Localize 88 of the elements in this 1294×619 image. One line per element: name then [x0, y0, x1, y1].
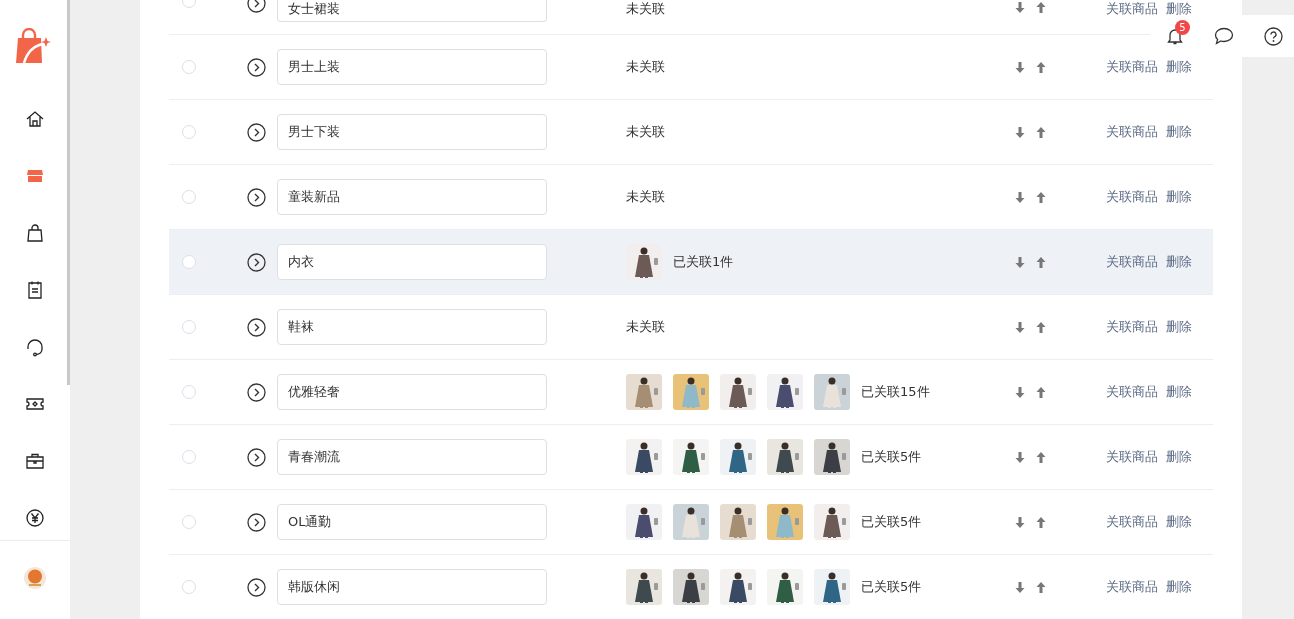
move-down-icon[interactable]: [1015, 581, 1025, 593]
radio-button[interactable]: [182, 450, 196, 464]
expand-icon[interactable]: [247, 512, 266, 532]
move-up-icon[interactable]: [1036, 126, 1046, 138]
move-down-icon[interactable]: [1015, 386, 1025, 398]
link-status: 未关联: [626, 58, 665, 76]
radio-button[interactable]: [182, 515, 196, 529]
scrollbar[interactable]: [67, 0, 70, 385]
notification-badge: 5: [1175, 20, 1190, 35]
link-status: 已关联5件: [861, 448, 922, 466]
expand-icon[interactable]: [247, 57, 266, 77]
link-products-link[interactable]: 关联商品: [1106, 253, 1158, 271]
input-field[interactable]: 韩版休闲: [277, 569, 547, 605]
input-field[interactable]: 女士裙装: [277, 0, 547, 22]
delete-link[interactable]: 删除: [1166, 123, 1192, 141]
expand-icon[interactable]: [247, 122, 266, 142]
delete-link[interactable]: 删除: [1166, 578, 1192, 596]
link-products-link[interactable]: 关联商品: [1106, 318, 1158, 336]
headset-icon[interactable]: [25, 336, 45, 357]
move-up-icon[interactable]: [1036, 321, 1046, 333]
delete-link[interactable]: 删除: [1166, 448, 1192, 466]
delete-link[interactable]: 删除: [1166, 513, 1192, 531]
link-products-link[interactable]: 关联商品: [1106, 578, 1158, 596]
move-up-icon[interactable]: [1036, 581, 1046, 593]
expand-icon[interactable]: [247, 187, 266, 207]
move-up-icon[interactable]: [1036, 61, 1046, 73]
move-down-icon[interactable]: [1015, 126, 1025, 138]
delete-link[interactable]: 删除: [1166, 383, 1192, 401]
move-down-icon[interactable]: [1015, 451, 1025, 463]
move-up-icon[interactable]: [1036, 256, 1046, 268]
chat-icon[interactable]: [1214, 27, 1234, 45]
link-status: 未关联: [626, 123, 665, 141]
radio-button[interactable]: [182, 320, 196, 334]
expand-icon[interactable]: [247, 447, 266, 467]
move-up-icon[interactable]: [1036, 386, 1046, 398]
clipboard-icon[interactable]: [25, 279, 45, 300]
link-products-link[interactable]: 关联商品: [1106, 383, 1158, 401]
delete-link[interactable]: 删除: [1166, 188, 1192, 206]
avatar[interactable]: [24, 567, 46, 589]
move-down-icon[interactable]: [1015, 321, 1025, 333]
radio-button[interactable]: [182, 60, 196, 74]
help-icon[interactable]: [1264, 26, 1283, 46]
input-field[interactable]: 鞋袜: [277, 309, 547, 345]
link-status: 未关联: [626, 318, 665, 336]
delete-link[interactable]: 删除: [1166, 58, 1192, 76]
delete-link[interactable]: 删除: [1166, 253, 1192, 271]
link-status: 已关联5件: [861, 578, 922, 596]
delete-link[interactable]: 删除: [1166, 0, 1192, 18]
delete-link[interactable]: 删除: [1166, 318, 1192, 336]
move-down-icon[interactable]: [1015, 2, 1025, 13]
link-products-link[interactable]: 关联商品: [1106, 123, 1158, 141]
input-field[interactable]: 男士下装: [277, 114, 547, 150]
link-products-link[interactable]: 关联商品: [1106, 448, 1158, 466]
input-field[interactable]: 青春潮流: [277, 439, 547, 475]
link-status: 已关联5件: [861, 513, 922, 531]
radio-button[interactable]: [182, 385, 196, 399]
move-up-icon[interactable]: [1036, 2, 1046, 13]
move-up-icon[interactable]: [1036, 516, 1046, 528]
yen-icon[interactable]: [25, 507, 45, 528]
link-products-link[interactable]: 关联商品: [1106, 188, 1158, 206]
move-down-icon[interactable]: [1015, 191, 1025, 203]
link-status: 已关联1件: [673, 253, 734, 271]
radio-button[interactable]: [182, 125, 196, 139]
input-field[interactable]: 优雅轻奢: [277, 374, 547, 410]
link-status: 未关联: [626, 188, 665, 206]
link-products-link[interactable]: 关联商品: [1106, 513, 1158, 531]
link-products-link[interactable]: 关联商品: [1106, 58, 1158, 76]
move-down-icon[interactable]: [1015, 256, 1025, 268]
radio-button[interactable]: [182, 190, 196, 204]
move-up-icon[interactable]: [1036, 191, 1046, 203]
expand-icon[interactable]: [247, 382, 266, 402]
radio-button[interactable]: [182, 580, 196, 594]
input-field[interactable]: 内衣: [277, 244, 547, 280]
input-field[interactable]: 童装新品: [277, 179, 547, 215]
link-products-link[interactable]: 关联商品: [1106, 0, 1158, 18]
link-status: 已关联15件: [861, 383, 930, 401]
expand-icon[interactable]: [247, 317, 266, 337]
shopping-bag-logo: [14, 28, 52, 64]
move-down-icon[interactable]: [1015, 516, 1025, 528]
move-up-icon[interactable]: [1036, 451, 1046, 463]
expand-icon[interactable]: [247, 252, 266, 272]
move-down-icon[interactable]: [1015, 61, 1025, 73]
input-field[interactable]: 男士上装: [277, 49, 547, 85]
radio-button[interactable]: [182, 255, 196, 269]
shopping-bag-icon[interactable]: [25, 222, 45, 243]
expand-icon[interactable]: [247, 577, 266, 597]
link-status: 未关联: [626, 0, 665, 18]
input-field[interactable]: OL通勤: [277, 504, 547, 540]
